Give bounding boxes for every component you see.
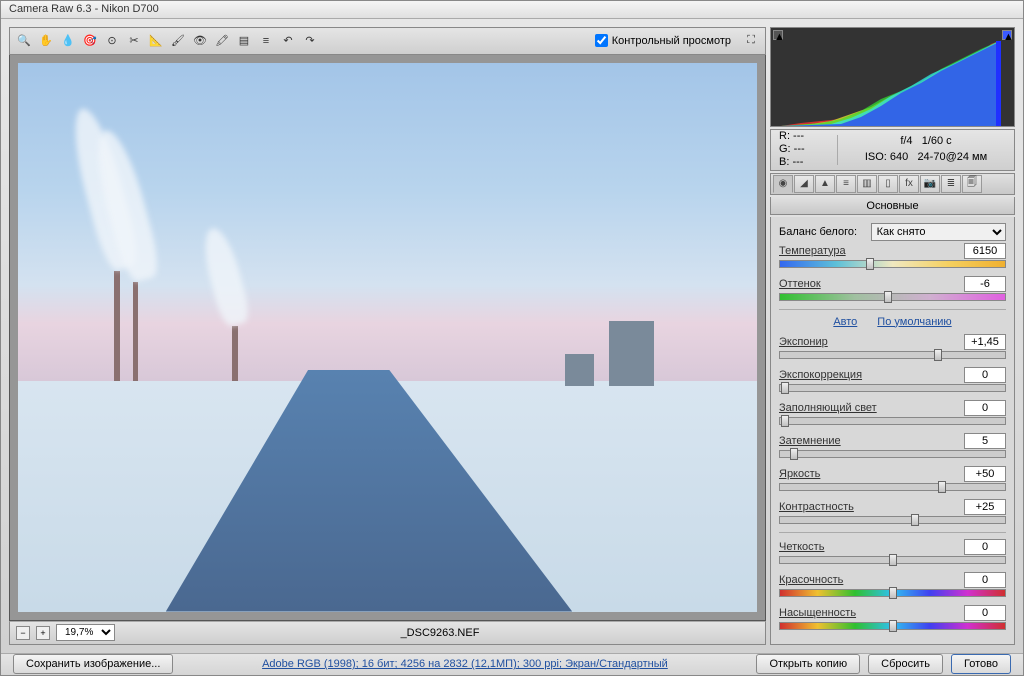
preview-checkbox-label: Контрольный просмотр — [612, 35, 731, 47]
color-sampler-tool-icon[interactable]: 🎯 — [80, 31, 100, 51]
fullscreen-toggle-icon[interactable]: ⛶ — [741, 31, 761, 51]
footer-bar: Сохранить изображение... Adobe RGB (1998… — [1, 653, 1023, 675]
vibrance-slider[interactable] — [779, 589, 1006, 597]
zoom-level-select[interactable]: 19,7% — [56, 624, 115, 641]
default-link[interactable]: По умолчанию — [877, 316, 951, 328]
histogram[interactable]: ▲ ▲ — [770, 27, 1015, 127]
right-panel: ▲ ▲ R: --- G: --- B: --- — [770, 27, 1015, 645]
crop-tool-icon[interactable]: ✂ — [124, 31, 144, 51]
tint-value[interactable] — [964, 276, 1006, 292]
tab-split-icon[interactable]: ▥ — [857, 175, 877, 193]
recovery-label[interactable]: Экспокоррекция — [779, 369, 960, 381]
wb-label: Баланс белого: — [779, 226, 867, 238]
preferences-tool-icon[interactable]: ≡ — [256, 31, 276, 51]
clarity-slider[interactable] — [779, 556, 1006, 564]
preview-checkbox[interactable]: Контрольный просмотр — [595, 34, 731, 47]
titlebar[interactable]: Camera Raw 6.3 - Nikon D700 — [1, 1, 1023, 19]
temperature-label[interactable]: Температура — [779, 245, 960, 257]
preview-checkbox-input[interactable] — [595, 34, 608, 47]
done-button[interactable]: Готово — [951, 654, 1011, 674]
rotate-ccw-icon[interactable]: ↶ — [278, 31, 298, 51]
saturation-value[interactable] — [964, 605, 1006, 621]
tab-detail-icon[interactable]: ▲ — [815, 175, 835, 193]
clarity-value[interactable] — [964, 539, 1006, 555]
histogram-graph — [781, 41, 1001, 126]
fill-light-slider[interactable] — [779, 417, 1006, 425]
auto-link[interactable]: Авто — [833, 316, 857, 328]
panel-title: Основные — [770, 197, 1015, 215]
basic-panel-body: Баланс белого: Как снято Температура Отт… — [770, 217, 1015, 645]
image-bottom-bar: − + 19,7% _DSC9263.NEF — [9, 621, 766, 645]
vibrance-label[interactable]: Красочность — [779, 574, 960, 586]
tint-label[interactable]: Оттенок — [779, 278, 960, 290]
fill-light-label[interactable]: Заполняющий свет — [779, 402, 960, 414]
white-balance-tool-icon[interactable]: 💧 — [58, 31, 78, 51]
blacks-slider[interactable] — [779, 450, 1006, 458]
zoom-in-button[interactable]: + — [36, 626, 50, 640]
tab-lens-icon[interactable]: ▯ — [878, 175, 898, 193]
red-eye-tool-icon[interactable]: 👁 — [190, 31, 210, 51]
straighten-tool-icon[interactable]: 📐 — [146, 31, 166, 51]
image-preview-area[interactable] — [9, 55, 766, 621]
reset-button[interactable]: Сбросить — [868, 654, 943, 674]
tab-snapshots-icon[interactable]: 🗐 — [962, 175, 982, 193]
exposure-value[interactable] — [964, 334, 1006, 350]
image-preview — [18, 63, 757, 612]
tab-fx-icon[interactable]: fx — [899, 175, 919, 193]
app-window: Camera Raw 6.3 - Nikon D700 🔍 ✋ 💧 🎯 ⊙ ✂ … — [0, 0, 1024, 676]
highlight-clip-warning-icon[interactable]: ▲ — [1002, 30, 1012, 40]
zoom-out-button[interactable]: − — [16, 626, 30, 640]
temperature-value[interactable] — [964, 243, 1006, 259]
filename-label: _DSC9263.NEF — [121, 627, 759, 639]
tab-hsl-icon[interactable]: ≡ — [836, 175, 856, 193]
rgb-readout: R: --- G: --- B: --- — [779, 130, 829, 170]
camera-metadata: f/4 1/60 с ISO: 640 24-70@24 мм — [846, 134, 1006, 165]
recovery-value[interactable] — [964, 367, 1006, 383]
rotate-cw-icon[interactable]: ↷ — [300, 31, 320, 51]
recovery-slider[interactable] — [779, 384, 1006, 392]
saturation-slider[interactable] — [779, 622, 1006, 630]
window-title: Camera Raw 6.3 - Nikon D700 — [9, 3, 159, 15]
zoom-tool-icon[interactable]: 🔍 — [14, 31, 34, 51]
save-image-button[interactable]: Сохранить изображение... — [13, 654, 173, 674]
blacks-label[interactable]: Затемнение — [779, 435, 960, 447]
tab-presets-icon[interactable]: ≣ — [941, 175, 961, 193]
brightness-slider[interactable] — [779, 483, 1006, 491]
brightness-label[interactable]: Яркость — [779, 468, 960, 480]
saturation-label[interactable]: Насыщенность — [779, 607, 960, 619]
wb-select[interactable]: Как снято — [871, 223, 1006, 241]
vibrance-value[interactable] — [964, 572, 1006, 588]
temperature-slider[interactable] — [779, 260, 1006, 268]
contrast-label[interactable]: Контрастность — [779, 501, 960, 513]
shadow-clip-warning-icon[interactable]: ▲ — [773, 30, 783, 40]
info-box: R: --- G: --- B: --- f/4 1/60 с ISO: 640… — [770, 129, 1015, 171]
target-adjust-tool-icon[interactable]: ⊙ — [102, 31, 122, 51]
contrast-value[interactable] — [964, 499, 1006, 515]
clarity-label[interactable]: Четкость — [779, 541, 960, 553]
fill-light-value[interactable] — [964, 400, 1006, 416]
settings-tab-bar: ◉ ◢ ▲ ≡ ▥ ▯ fx 📷 ≣ 🗐 — [770, 173, 1015, 195]
tab-basic-icon[interactable]: ◉ — [773, 175, 793, 193]
content-area: 🔍 ✋ 💧 🎯 ⊙ ✂ 📐 🖌 👁 🖍 ▤ ≡ ↶ ↷ Контрольный … — [1, 19, 1023, 653]
brightness-value[interactable] — [964, 466, 1006, 482]
top-toolbar: 🔍 ✋ 💧 🎯 ⊙ ✂ 📐 🖌 👁 🖍 ▤ ≡ ↶ ↷ Контрольный … — [9, 27, 766, 55]
contrast-slider[interactable] — [779, 516, 1006, 524]
tab-curve-icon[interactable]: ◢ — [794, 175, 814, 193]
open-copy-button[interactable]: Открыть копию — [756, 654, 860, 674]
tab-camera-icon[interactable]: 📷 — [920, 175, 940, 193]
exposure-label[interactable]: Экспонир — [779, 336, 960, 348]
blacks-value[interactable] — [964, 433, 1006, 449]
workflow-options-link[interactable]: Adobe RGB (1998); 16 бит; 4256 на 2832 (… — [262, 658, 668, 670]
tint-slider[interactable] — [779, 293, 1006, 301]
left-panel: 🔍 ✋ 💧 🎯 ⊙ ✂ 📐 🖌 👁 🖍 ▤ ≡ ↶ ↷ Контрольный … — [9, 27, 766, 645]
adjustment-brush-tool-icon[interactable]: 🖍 — [212, 31, 232, 51]
spot-removal-tool-icon[interactable]: 🖌 — [168, 31, 188, 51]
exposure-slider[interactable] — [779, 351, 1006, 359]
graduated-filter-tool-icon[interactable]: ▤ — [234, 31, 254, 51]
hand-tool-icon[interactable]: ✋ — [36, 31, 56, 51]
